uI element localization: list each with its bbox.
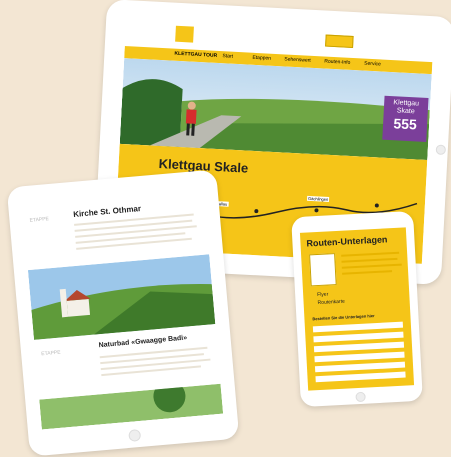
section-kirche-label: ETAPPE — [29, 216, 50, 224]
skate-badge-number: 555 — [393, 115, 418, 133]
form-field-2[interactable] — [313, 331, 404, 343]
phone-home-button — [355, 391, 366, 403]
section-naturbad-heading: Naturbad «Gwaagge Badi» — [98, 334, 188, 350]
phone-link-routenkarte[interactable]: Routenkarte — [317, 299, 345, 306]
section-kirche-heading: Kirche St. Othmar — [72, 204, 142, 219]
nav-item-start[interactable]: Start — [222, 53, 233, 60]
section-naturbad-label: ETAPPE — [41, 349, 61, 358]
hero-image: Klettgau Skate 555 — [119, 58, 432, 161]
nav-brand[interactable]: KLETTGAU TOUR — [174, 51, 217, 59]
partner-logo[interactable] — [325, 34, 354, 49]
tablet-portrait-screen: ETAPPE Kirche St. Othmar ETAPPE Naturbad… — [22, 192, 224, 430]
tablet-portrait-home-button — [128, 428, 142, 442]
nav-item-routen-info[interactable]: Routen-Info — [324, 59, 350, 66]
nav-item-etappen[interactable]: Etappen — [252, 55, 271, 62]
phone-screen: Routen-Unterlagen Flyer Routenkarte Best… — [299, 227, 415, 391]
map-label-gaechlingen: Gächlingen — [306, 195, 330, 202]
phone-link-flyer[interactable]: Flyer — [317, 291, 328, 298]
tablet-portrait: ETAPPE Kirche St. Othmar ETAPPE Naturbad… — [6, 169, 240, 457]
brochure-thumbnail[interactable] — [309, 253, 337, 287]
form-field-5[interactable] — [314, 361, 406, 373]
nav-item-sehenswert[interactable]: Sehenswert — [284, 56, 311, 63]
phone-heading: Routen-Unterlagen — [306, 234, 388, 249]
skate-badge-title: Klettgau Skate — [393, 99, 420, 116]
form-field-6[interactable] — [315, 371, 406, 383]
nav-item-service[interactable]: Service — [364, 61, 381, 68]
skate-badge: Klettgau Skate 555 — [382, 95, 429, 142]
phone: Routen-Unterlagen Flyer Routenkarte Best… — [291, 210, 423, 408]
order-form-title: Bestellen Sie die Unterlagen hier — [312, 313, 375, 322]
form-field-4[interactable] — [314, 351, 405, 363]
form-field-1[interactable] — [312, 321, 404, 333]
site-logo[interactable] — [175, 25, 194, 43]
form-field-3[interactable] — [313, 341, 405, 353]
tablet-landscape-home-button — [435, 144, 447, 155]
